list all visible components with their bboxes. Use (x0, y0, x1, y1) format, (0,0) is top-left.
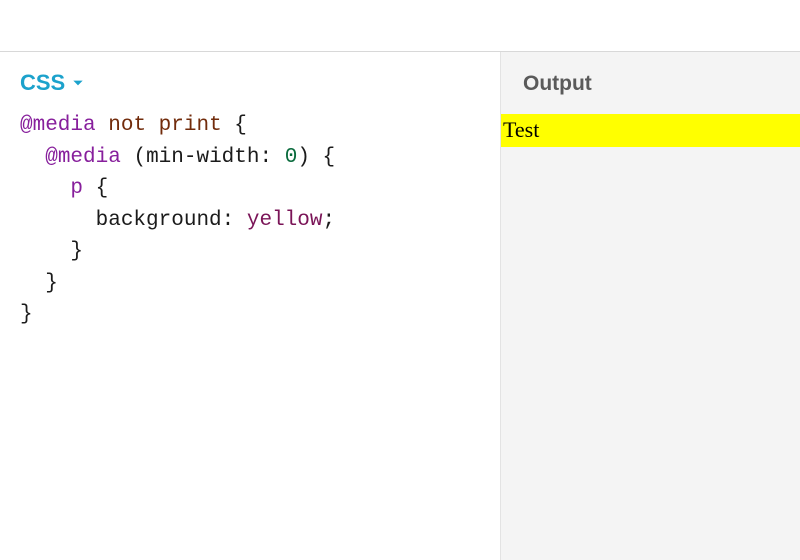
output-paragraph: Test (501, 114, 800, 147)
code-token-at: @media (20, 114, 96, 137)
code-token-at: @media (45, 146, 121, 169)
caret-down-icon (71, 76, 85, 90)
code-token-punct: ; (323, 209, 336, 232)
css-editor-panel: CSS @media not print { @media (min-width… (0, 52, 500, 560)
language-label: CSS (20, 70, 65, 96)
code-token-value: yellow (247, 209, 323, 232)
code-token-brace: } (70, 240, 83, 263)
code-token-paren: ( (133, 146, 146, 169)
code-token-brace: { (96, 177, 109, 200)
code-token-brace: { (323, 146, 336, 169)
code-token-punct: : (222, 209, 235, 232)
output-panel: Output Test (500, 52, 800, 560)
code-token-number: 0 (285, 146, 298, 169)
code-token-selector: p (70, 177, 83, 200)
code-token-paren: ) (297, 146, 310, 169)
output-body: Test (501, 114, 800, 560)
code-token-brace: } (45, 272, 58, 295)
code-token-keyword: not (108, 114, 146, 137)
code-token-property: background (96, 209, 222, 232)
main-split: CSS @media not print { @media (min-width… (0, 52, 800, 560)
code-token-punct: : (259, 146, 272, 169)
code-token-cond: min-width (146, 146, 259, 169)
code-token-keyword: print (159, 114, 222, 137)
code-token-brace: } (20, 303, 33, 326)
code-token-brace: { (234, 114, 247, 137)
language-selector[interactable]: CSS (20, 70, 85, 96)
code-editor[interactable]: @media not print { @media (min-width: 0)… (20, 110, 480, 331)
top-toolbar-spacer (0, 0, 800, 52)
output-header: Output (501, 52, 800, 114)
